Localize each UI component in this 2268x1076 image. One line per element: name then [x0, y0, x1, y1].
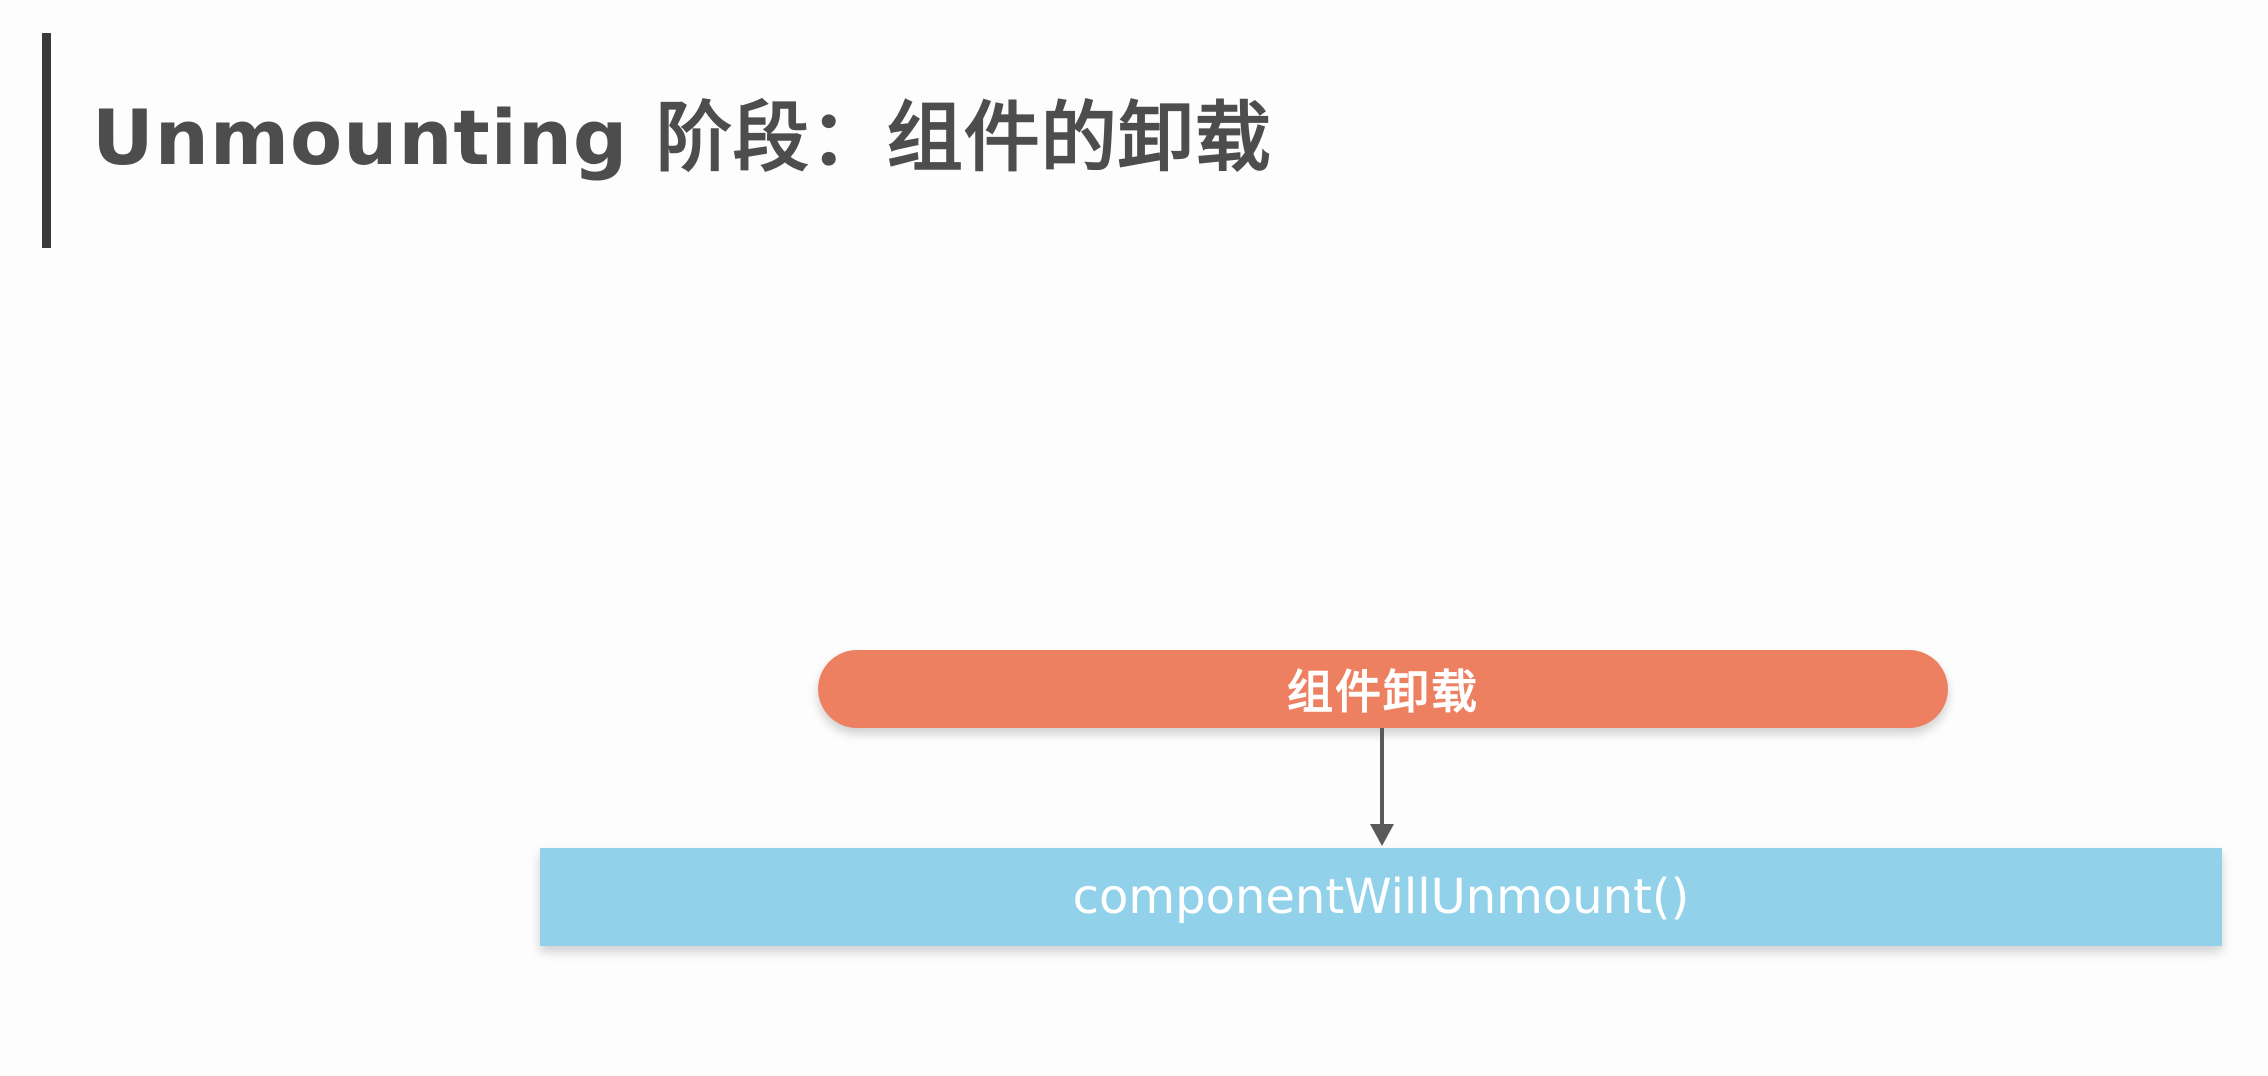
component-unmount-node: 组件卸载: [818, 650, 1948, 728]
arrow-down-icon: [1370, 728, 1394, 846]
title-accent-bar: [42, 33, 51, 248]
component-will-unmount-label: componentWillUnmount(): [1072, 869, 1690, 925]
page-title: Unmounting 阶段：组件的卸载: [92, 93, 1272, 182]
slide: Unmounting 阶段：组件的卸载 组件卸载 componentWillUn…: [0, 0, 2268, 1076]
component-unmount-label: 组件卸载: [1287, 665, 1479, 719]
component-will-unmount-node: componentWillUnmount(): [540, 848, 2222, 946]
